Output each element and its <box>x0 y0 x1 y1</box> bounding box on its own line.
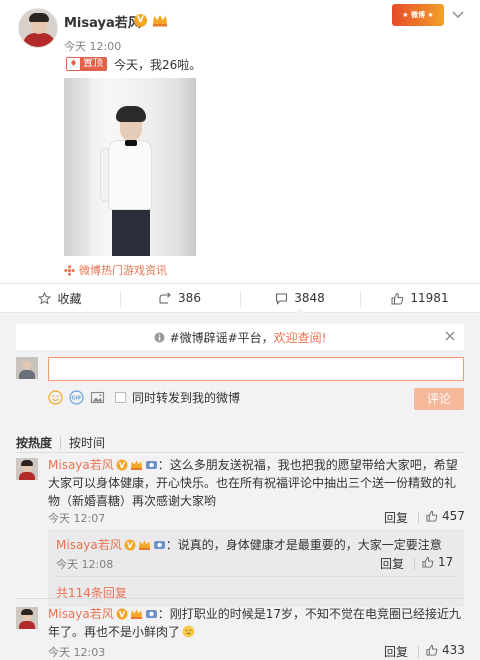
fan-badge-icon <box>145 461 157 469</box>
close-icon[interactable] <box>444 330 456 342</box>
repost-icon <box>159 291 171 304</box>
reply-button[interactable]: 回复 <box>384 509 408 526</box>
thumbs-up-icon <box>391 292 404 304</box>
comment-time: 今天 12:03 <box>48 646 106 659</box>
game-news-label: 微博热门游戏资讯 <box>79 264 167 277</box>
repost-count: 386 <box>178 291 201 305</box>
comment-icon <box>276 292 288 305</box>
pinned-label: 置顶 <box>80 58 106 70</box>
sort-by-time-tab[interactable]: 按时间 <box>69 434 105 451</box>
emoji-icon[interactable] <box>48 389 63 405</box>
like-count: 11981 <box>410 291 449 305</box>
comment-avatar[interactable] <box>16 607 38 629</box>
favorite-label: 收藏 <box>57 291 82 306</box>
comment-body: Misaya若风 V ：刚打职业的时候是17岁，不知不觉在电竞圈已经接近九年了。再也… <box>48 605 464 641</box>
pin-icon: ♦ <box>67 58 80 70</box>
star-icon <box>38 291 52 305</box>
comment-like-count: 457 <box>442 509 465 523</box>
comment-button[interactable]: 3848 <box>240 284 360 313</box>
comment-sort-bar: 按热度 按时间 <box>16 434 105 451</box>
comment-time: 今天 12:07 <box>48 512 106 525</box>
sort-divider <box>16 452 464 453</box>
sub-reply-box: Misaya若风 V ：说真的，身体健康才是最重要的，大家一定要注意 今天 12:0… <box>48 529 464 607</box>
sub-reply-time: 今天 12:08 <box>56 558 114 571</box>
weibo-post: Misaya若风 V ★ 微博 ★ 今天 12:00 ♦ 置顶 今天，我26啦。… <box>0 0 480 283</box>
action-divider <box>418 646 419 658</box>
action-divider <box>418 512 419 524</box>
action-divider <box>414 558 415 570</box>
comment-user[interactable]: Misaya若风 <box>48 458 114 472</box>
comment-count: 3848 <box>294 291 325 305</box>
post-text: 今天，我26啦。 <box>114 58 202 72</box>
emoji-icon <box>182 625 195 638</box>
post-time[interactable]: 今天 12:00 <box>64 38 121 54</box>
post-photo[interactable] <box>64 78 196 256</box>
comment-like-button[interactable]: 433 <box>426 643 465 657</box>
verified-badge-icon: V <box>134 14 147 27</box>
member-crown-icon <box>130 609 142 619</box>
promo-badge-icon[interactable]: ★ 微博 ★ <box>392 4 444 26</box>
thumbs-up-icon <box>422 556 434 568</box>
comment-user[interactable]: Misaya若风 <box>48 607 114 621</box>
fan-badge-icon <box>145 610 157 618</box>
thumbs-up-icon <box>426 510 438 522</box>
post-action-bar: 收藏 386 3848 11981 <box>0 283 480 313</box>
sub-reply-button[interactable]: 回复 <box>380 555 404 572</box>
thumbs-up-icon <box>426 644 438 656</box>
chevron-down-icon[interactable] <box>452 10 464 20</box>
game-news-link[interactable]: 微博热门游戏资讯 <box>64 262 167 278</box>
sync-repost-checkbox[interactable] <box>115 391 126 403</box>
comment-panel: #微博辟谣#平台，欢迎查阅! GIF 同时转发到我的微博 评论 按热度 按时间 <box>0 313 480 660</box>
verified-badge-icon: V <box>124 539 136 551</box>
image-icon[interactable] <box>90 390 105 405</box>
notice-text: #微博辟谣#平台，欢迎查阅! <box>169 330 327 345</box>
info-icon <box>154 332 165 342</box>
comment-input[interactable] <box>48 357 464 381</box>
repost-button[interactable]: 386 <box>120 284 240 312</box>
gif-icon[interactable]: GIF <box>69 389 84 405</box>
comment-like-button[interactable]: 457 <box>426 509 465 523</box>
verified-badge-icon: V <box>116 608 128 620</box>
svg-text:V: V <box>127 541 134 550</box>
author-name[interactable]: Misaya若风 <box>64 12 141 31</box>
reply-button[interactable]: 回复 <box>384 643 408 660</box>
sub-reply-body: Misaya若风 V ：说真的，身体健康才是最重要的，大家一定要注意 <box>56 536 442 553</box>
my-avatar[interactable] <box>16 357 38 379</box>
rumor-notice[interactable]: #微博辟谣#平台，欢迎查阅! <box>16 324 464 350</box>
fan-badge-icon <box>153 541 165 549</box>
comment-like-count: 433 <box>442 643 465 657</box>
member-crown-icon <box>153 15 167 27</box>
verified-badge-icon: V <box>116 459 128 471</box>
member-crown-icon <box>138 540 150 550</box>
sub-reply-text: ：说真的，身体健康才是最重要的，大家一定要注意 <box>165 538 442 552</box>
sub-reply-divider <box>56 576 456 577</box>
pinned-tag: ♦ 置顶 <box>66 57 107 71</box>
comment-avatar[interactable] <box>16 458 38 480</box>
svg-text:V: V <box>119 461 126 470</box>
sub-reply-user[interactable]: Misaya若风 <box>56 538 122 552</box>
svg-text:GIF: GIF <box>71 395 82 401</box>
svg-text:V: V <box>119 610 126 619</box>
game-flower-icon <box>64 264 75 276</box>
author-avatar[interactable] <box>18 8 58 48</box>
comment-submit-button[interactable]: 评论 <box>414 388 464 410</box>
sub-reply-like-button[interactable]: 17 <box>422 555 453 569</box>
compose-toolbar: GIF 同时转发到我的微博 <box>48 387 240 407</box>
sync-repost-label[interactable]: 同时转发到我的微博 <box>132 389 240 406</box>
sub-reply-like-count: 17 <box>438 555 454 569</box>
sort-by-hot-tab[interactable]: 按热度 <box>16 434 52 451</box>
comment-divider <box>16 598 464 599</box>
comment-body: Misaya若风 V ：这么多朋友送祝福，我也把我的愿望带给大家吧，希望大家可以身体… <box>48 456 464 510</box>
member-crown-icon <box>130 460 142 470</box>
like-button[interactable]: 11981 <box>360 284 480 312</box>
notice-link[interactable]: 欢迎查阅! <box>274 331 327 345</box>
favorite-button[interactable]: 收藏 <box>0 284 120 312</box>
